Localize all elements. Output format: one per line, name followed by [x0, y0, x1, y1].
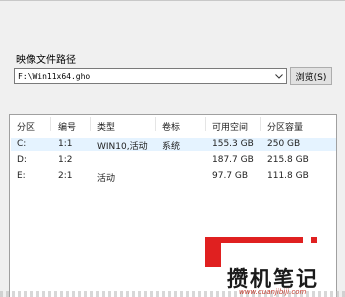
column-header-partition[interactable]: 分区 — [17, 120, 35, 133]
partition-cell: C: — [17, 139, 27, 149]
free-space-cell: 97.7 GB — [212, 171, 249, 181]
number-cell: 2:1 — [58, 171, 73, 181]
partition-cell: E: — [17, 171, 26, 181]
partition-row[interactable]: E: 2:1 活动 97.7 GB 111.8 GB — [11, 170, 336, 184]
number-cell: 1:2 — [58, 155, 73, 165]
number-cell: 1:1 — [58, 139, 73, 149]
column-divider[interactable] — [260, 117, 261, 131]
watermark-url: www.cuanjibiji.com — [239, 288, 307, 296]
partition-list-header: 分区 编号 类型 卷标 可用空间 分区容量 — [10, 115, 336, 133]
column-header-number[interactable]: 编号 — [58, 120, 76, 133]
watermark-logo: 攒机笔记 www.cuanjibiji.com — [203, 233, 345, 297]
partition-cell: D: — [17, 155, 27, 165]
image-path-label: 映像文件路径 — [16, 55, 76, 66]
browse-button[interactable]: 浏览(S) — [290, 67, 332, 85]
column-divider[interactable] — [50, 117, 51, 131]
column-header-free-space[interactable]: 可用空间 — [212, 120, 248, 133]
column-header-type[interactable]: 类型 — [97, 120, 115, 133]
label-cell: 系统 — [162, 142, 181, 152]
partition-row[interactable]: C: 1:1 WIN10,活动 系统 155.3 GB 250 GB — [11, 138, 336, 152]
column-header-capacity[interactable]: 分区容量 — [267, 120, 303, 133]
free-space-cell: 155.3 GB — [212, 139, 254, 149]
column-divider[interactable] — [155, 117, 156, 131]
chevron-down-icon[interactable] — [272, 69, 286, 83]
free-space-cell: 187.7 GB — [212, 155, 254, 165]
type-cell: WIN10,活动 — [97, 142, 148, 152]
window-top-edge — [0, 0, 345, 10]
image-path-input[interactable] — [17, 70, 271, 82]
column-divider[interactable] — [205, 117, 206, 131]
capacity-cell: 250 GB — [267, 139, 301, 149]
image-path-combobox[interactable] — [14, 68, 287, 84]
capacity-cell: 215.8 GB — [267, 155, 309, 165]
capacity-cell: 111.8 GB — [267, 171, 309, 181]
column-divider[interactable] — [90, 117, 91, 131]
type-cell: 活动 — [97, 174, 116, 184]
partition-row[interactable]: D: 1:2 187.7 GB 215.8 GB — [11, 154, 336, 167]
column-header-label[interactable]: 卷标 — [162, 120, 180, 133]
